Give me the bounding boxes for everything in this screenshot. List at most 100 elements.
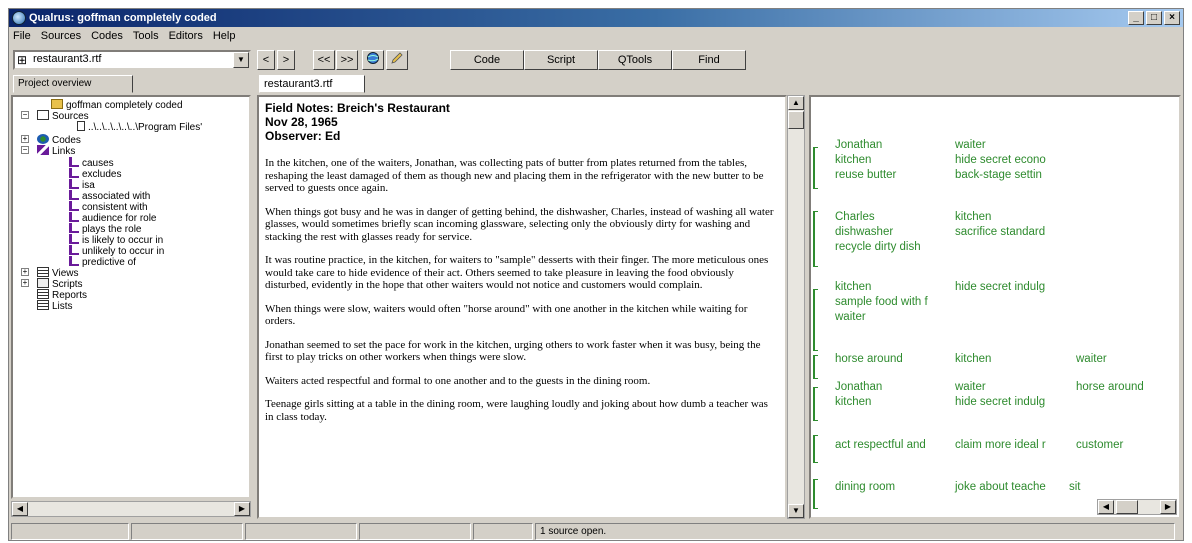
doc-paragraph: Jonathan seemed to set the pace for work… (265, 338, 761, 364)
scroll-up-icon[interactable]: ▲ (788, 96, 804, 110)
code-label[interactable]: Jonathan (835, 381, 882, 393)
pencil-icon[interactable] (386, 50, 408, 70)
tree-icon: ⊞ (17, 53, 28, 67)
first-button[interactable]: << (313, 50, 335, 70)
prev-button[interactable]: < (257, 50, 275, 70)
tab-project-overview[interactable]: Project overview (13, 75, 133, 93)
code-label[interactable]: claim more ideal r (955, 439, 1046, 451)
expand-icon[interactable]: + (21, 268, 29, 276)
tree-item-source-file[interactable]: ..\..\..\..\..\..\Program Files' (77, 121, 202, 133)
document-text[interactable]: Field Notes: Breich's Restaurant Nov 28,… (257, 95, 787, 519)
code-label[interactable]: hide secret indulg (955, 281, 1045, 293)
menu-sources[interactable]: Sources (41, 27, 81, 45)
find-button[interactable]: Find (672, 50, 746, 70)
tree-item-link[interactable]: predictive of (69, 256, 136, 268)
menu-tools[interactable]: Tools (133, 27, 159, 45)
status-bar: 1 source open. (9, 521, 1183, 541)
collapse-icon[interactable]: − (21, 146, 29, 154)
last-button[interactable]: >> (336, 50, 358, 70)
code-label[interactable]: Charles (835, 211, 875, 223)
tree-item-link[interactable]: excludes (69, 168, 121, 180)
scroll-right-icon[interactable]: ▶ (1160, 500, 1176, 514)
code-label[interactable]: kitchen (955, 353, 991, 365)
tree-item-scripts[interactable]: Scripts (37, 278, 83, 290)
tree-item-codes[interactable]: Codes (37, 134, 81, 146)
script-button[interactable]: Script (524, 50, 598, 70)
tree-item-link[interactable]: unlikely to occur in (69, 245, 164, 257)
qtools-button[interactable]: QTools (598, 50, 672, 70)
scroll-thumb[interactable] (1116, 500, 1138, 514)
tree-horizontal-scrollbar[interactable]: ◀ ▶ (11, 501, 251, 517)
maximize-button[interactable]: □ (1146, 11, 1162, 25)
code-label[interactable]: kitchen (835, 154, 871, 166)
tree-item-link[interactable]: consistent with (69, 201, 148, 213)
tree-item-link[interactable]: causes (69, 157, 114, 169)
scroll-left-icon[interactable]: ◀ (1098, 500, 1114, 514)
code-label[interactable]: kitchen (835, 396, 871, 408)
tree-item-views[interactable]: Views (37, 267, 79, 279)
code-label[interactable]: customer (1076, 439, 1123, 451)
menu-editors[interactable]: Editors (169, 27, 203, 45)
scroll-thumb[interactable] (788, 111, 804, 129)
expand-icon[interactable]: + (21, 279, 29, 287)
chevron-down-icon[interactable]: ▼ (233, 52, 249, 68)
scroll-down-icon[interactable]: ▼ (788, 504, 804, 518)
code-label[interactable]: reuse butter (835, 169, 896, 181)
link-icon (69, 168, 79, 178)
tree-item-lists[interactable]: Lists (37, 300, 73, 312)
codes-horizontal-scrollbar[interactable]: ◀ ▶ (1097, 499, 1177, 515)
code-label[interactable]: dishwasher (835, 226, 893, 238)
tree-item-sources[interactable]: Sources (37, 110, 89, 122)
tree-item-link[interactable]: is likely to occur in (69, 234, 163, 246)
code-label[interactable]: horse around (1076, 381, 1144, 393)
code-label[interactable]: horse around (835, 353, 903, 365)
doc-heading-date: Nov 28, 1965 (265, 115, 338, 129)
code-label[interactable]: act respectful and (835, 439, 926, 451)
scroll-right-icon[interactable]: ▶ (234, 502, 250, 516)
code-label[interactable]: kitchen (955, 211, 991, 223)
code-label[interactable]: waiter (835, 311, 866, 323)
tree-item-project[interactable]: goffman completely coded (51, 99, 183, 111)
code-label[interactable]: Jonathan (835, 139, 882, 151)
code-label[interactable]: waiter (1076, 353, 1107, 365)
collapse-icon[interactable]: − (21, 111, 29, 119)
next-button[interactable]: > (277, 50, 295, 70)
tree-item-links[interactable]: Links (37, 145, 75, 157)
code-button[interactable]: Code (450, 50, 524, 70)
code-label[interactable]: dining room (835, 481, 895, 493)
code-label[interactable]: hide secret econo (955, 154, 1046, 166)
link-icon (69, 212, 79, 222)
doc-paragraph: It was routine practice, in the kitchen,… (265, 254, 769, 291)
globe-icon[interactable] (362, 50, 384, 70)
expand-icon[interactable]: + (21, 135, 29, 143)
code-bracket (813, 211, 818, 267)
document-vertical-scrollbar[interactable]: ▲ ▼ (787, 95, 805, 519)
menu-codes[interactable]: Codes (91, 27, 123, 45)
code-label[interactable]: sample food with f (835, 296, 928, 308)
tree-item-link[interactable]: audience for role (69, 212, 157, 224)
tree-item-link[interactable]: isa (69, 179, 95, 191)
code-label[interactable]: back-stage settin (955, 169, 1042, 181)
code-label[interactable]: waiter (955, 139, 986, 151)
menu-file[interactable]: File (13, 27, 31, 45)
status-cell (359, 523, 471, 540)
status-cell (11, 523, 129, 540)
tree-item-reports[interactable]: Reports (37, 289, 87, 301)
source-select[interactable]: ⊞ restaurant3.rtf ▼ (13, 50, 251, 70)
code-label[interactable]: sit (1069, 481, 1081, 493)
code-label[interactable]: joke about teache (955, 481, 1046, 493)
code-label[interactable]: sacrifice standard (955, 226, 1045, 238)
tree-item-link[interactable]: associated with (69, 190, 150, 202)
code-label[interactable]: recycle dirty dish (835, 241, 921, 253)
menu-help[interactable]: Help (213, 27, 236, 45)
tab-document[interactable]: restaurant3.rtf (259, 75, 365, 93)
tree-item-link[interactable]: plays the role (69, 223, 141, 235)
code-label[interactable]: kitchen (835, 281, 871, 293)
code-bracket (813, 289, 818, 351)
scroll-left-icon[interactable]: ◀ (12, 502, 28, 516)
code-label[interactable]: hide secret indulg (955, 396, 1045, 408)
code-label[interactable]: waiter (955, 381, 986, 393)
minimize-button[interactable]: _ (1128, 11, 1144, 25)
close-button[interactable]: × (1164, 11, 1180, 25)
link-icon (69, 190, 79, 200)
